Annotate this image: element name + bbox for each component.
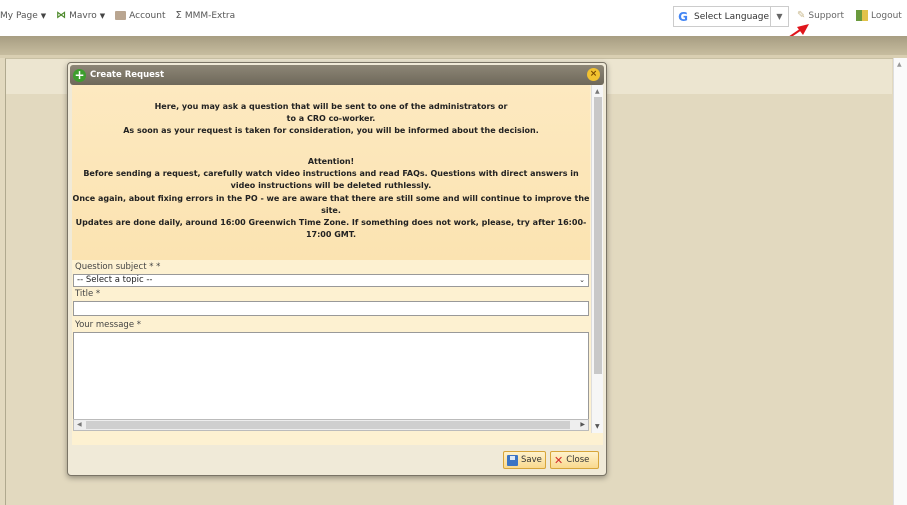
nav-mavro-label: Mavro [69,10,97,21]
dialog-vertical-scrollbar[interactable]: ▲ ▼ [591,85,603,433]
attention-line: site. [321,205,341,215]
title-input[interactable] [73,301,589,316]
attention-line: Once again, about fixing errors in the P… [72,193,590,203]
close-icon[interactable]: × [587,68,600,81]
attention-heading: Attention! [307,157,355,166]
intro-line: As soon as your request is taken for con… [123,126,539,136]
close-button[interactable]: ✕ Close [550,451,599,469]
save-button-label: Save [521,455,542,465]
title-label: Title * [75,289,101,299]
request-form: Question subject * * -- Select a topic -… [72,260,590,431]
google-icon: G [678,9,688,24]
subject-label: Question subject * * [75,262,161,272]
notice-box: Here, you may ask a question that will b… [72,85,590,260]
message-horizontal-scrollbar[interactable]: ◀ ▶ [73,419,589,431]
nav-mmm-extra[interactable]: Σ MMM-Extra [176,10,236,21]
account-icon [115,11,127,20]
save-button[interactable]: Save [503,451,546,469]
nav-my-page[interactable]: My Page ▼ [0,11,46,21]
nav-account-label: Account [129,10,166,21]
nav-account[interactable]: Account [115,10,166,21]
plus-icon: + [73,67,86,82]
create-request-dialog: + Create Request × Here, you may ask a q… [67,62,607,476]
dialog-header[interactable]: + Create Request × [70,65,604,85]
caret-down-icon: ▼ [40,11,47,20]
sigma-icon: Σ [175,10,182,21]
scroll-left-icon[interactable]: ◀ [77,421,82,428]
page-scrollbar[interactable]: ▲ [893,58,907,505]
scroll-up-icon[interactable]: ▲ [595,88,600,95]
attention-text: Attention! Before sending a request, car… [72,156,590,241]
intro-text: Here, you may ask a question that will b… [72,101,590,138]
scrollbar-thumb[interactable] [86,421,570,429]
caret-down-icon: ▼ [99,11,106,20]
close-button-label: Close [566,455,590,465]
nav-mmm-extra-label: MMM-Extra [184,10,236,21]
attention-line: Updates are done daily, around 16:00 Gre… [75,218,587,228]
subject-select[interactable]: -- Select a topic -- ⌄ [73,274,589,287]
message-label: Your message * [75,320,141,330]
logout-link[interactable]: Logout [856,10,902,21]
mavro-icon: ⋈ [56,10,67,21]
close-x-icon: ✕ [554,453,564,467]
dialog-body: Here, you may ask a question that will b… [72,85,603,445]
header-band [0,36,907,55]
attention-line: video instructions will be deleted ruthl… [230,181,432,191]
scroll-down-icon[interactable]: ▼ [595,423,600,430]
logout-label: Logout [871,10,902,21]
logout-icon [856,10,868,21]
subject-select-value: -- Select a topic -- [77,275,153,285]
nav-mavro[interactable]: ⋈ Mavro ▼ [56,10,105,21]
scrollbar-thumb[interactable] [594,97,602,374]
dialog-footer: Save ✕ Close [72,446,603,473]
chevron-down-icon: ⌄ [579,276,585,284]
nav-my-page-label: My Page [0,10,38,21]
scroll-right-icon[interactable]: ▶ [580,421,585,428]
intro-line: to a CRO co-worker. [286,114,376,124]
dialog-title: Create Request [90,70,165,80]
main-nav: My Page ▼ ⋈ Mavro ▼ Account Σ MMM-Extra [0,10,235,21]
save-icon [507,454,518,466]
message-textarea[interactable] [73,332,589,419]
attention-line: 17:00 GMT. [305,230,357,240]
attention-line: Before sending a request, carefully watc… [83,169,579,179]
scroll-up-icon[interactable]: ▲ [897,61,902,68]
intro-line: Here, you may ask a question that will b… [154,102,508,111]
